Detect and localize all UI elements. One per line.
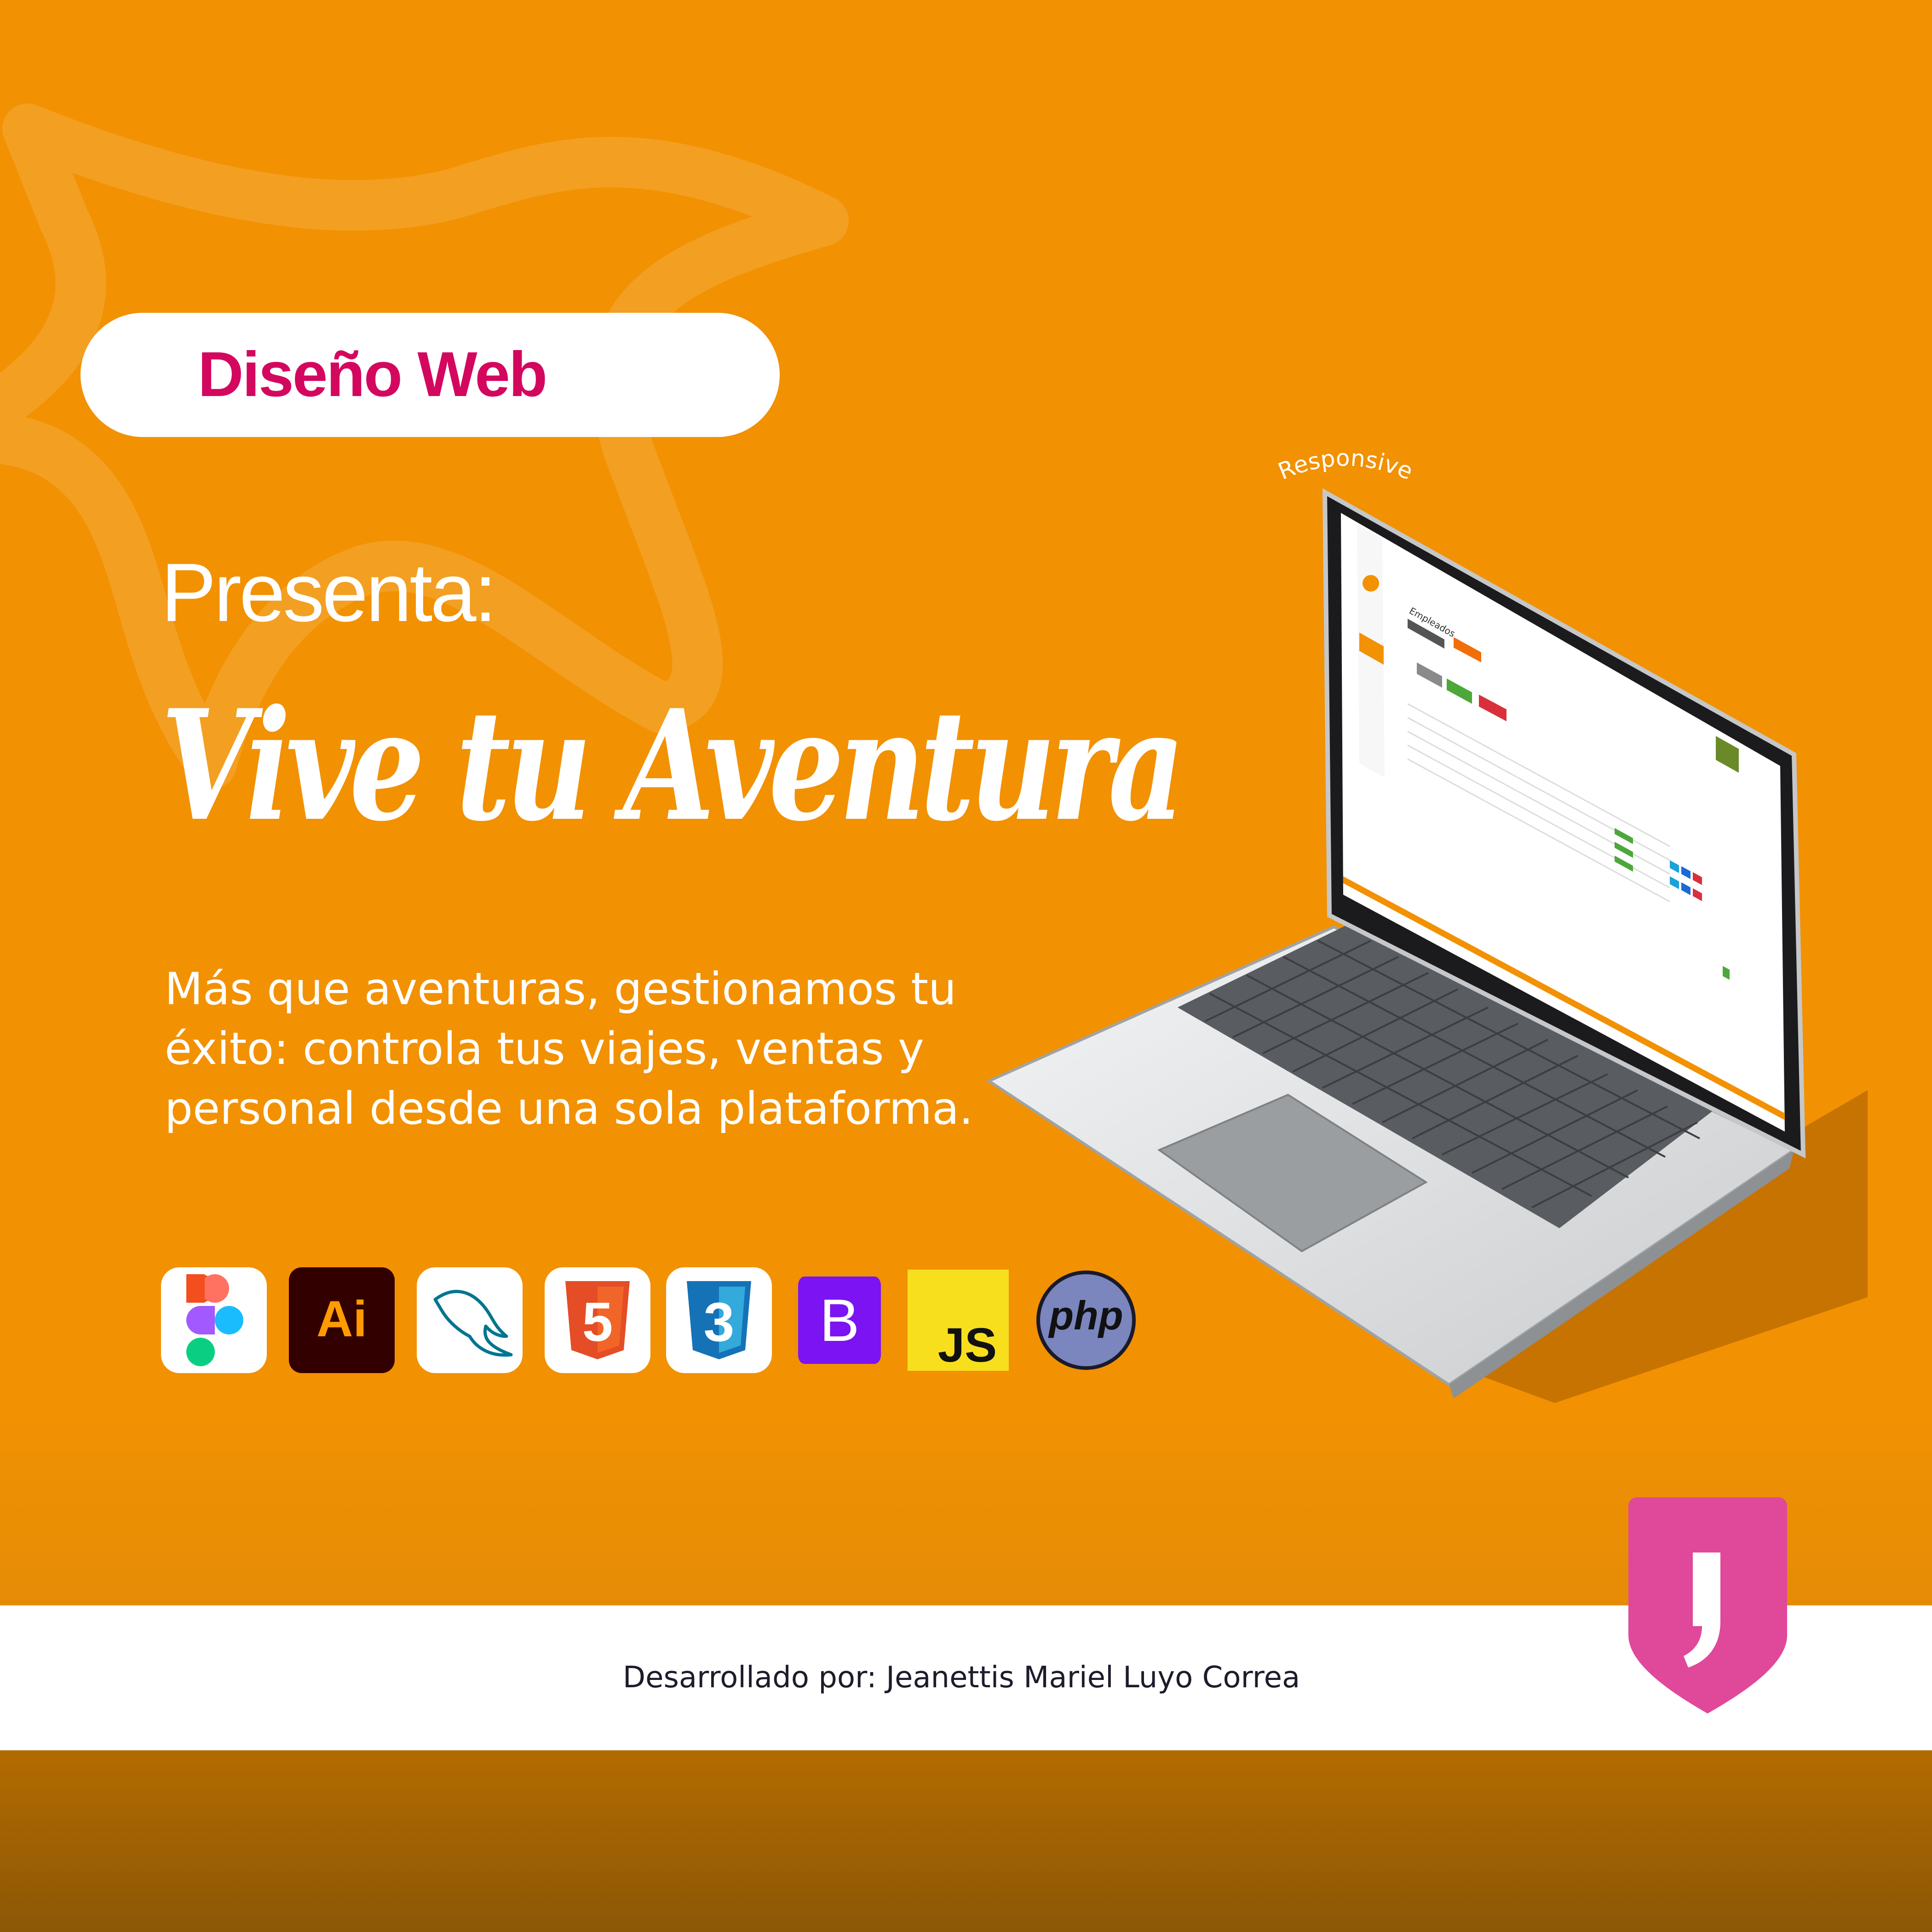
presenta-label: Presenta: bbox=[161, 546, 497, 639]
css3-icon: 3 bbox=[666, 1267, 772, 1373]
category-badge-label: Diseño Web bbox=[198, 339, 547, 410]
bootstrap-icon: B bbox=[798, 1276, 881, 1364]
brand-shield-logo bbox=[1628, 1497, 1787, 1714]
illustrator-icon: Ai bbox=[289, 1267, 395, 1373]
illustrator-icon-label: Ai bbox=[316, 1291, 367, 1347]
mysql-icon bbox=[417, 1267, 523, 1373]
figma-icon bbox=[161, 1267, 267, 1373]
css3-icon-label: 3 bbox=[704, 1291, 735, 1353]
laptop-mockup: Empleados bbox=[986, 488, 1868, 1403]
bottom-band bbox=[0, 1750, 1932, 1932]
html5-icon: 5 bbox=[545, 1267, 650, 1373]
html5-icon-label: 5 bbox=[582, 1291, 613, 1353]
project-description: Más que aventuras, gestionamos tu éxito:… bbox=[165, 963, 973, 1134]
bootstrap-icon-label: B bbox=[820, 1287, 860, 1354]
